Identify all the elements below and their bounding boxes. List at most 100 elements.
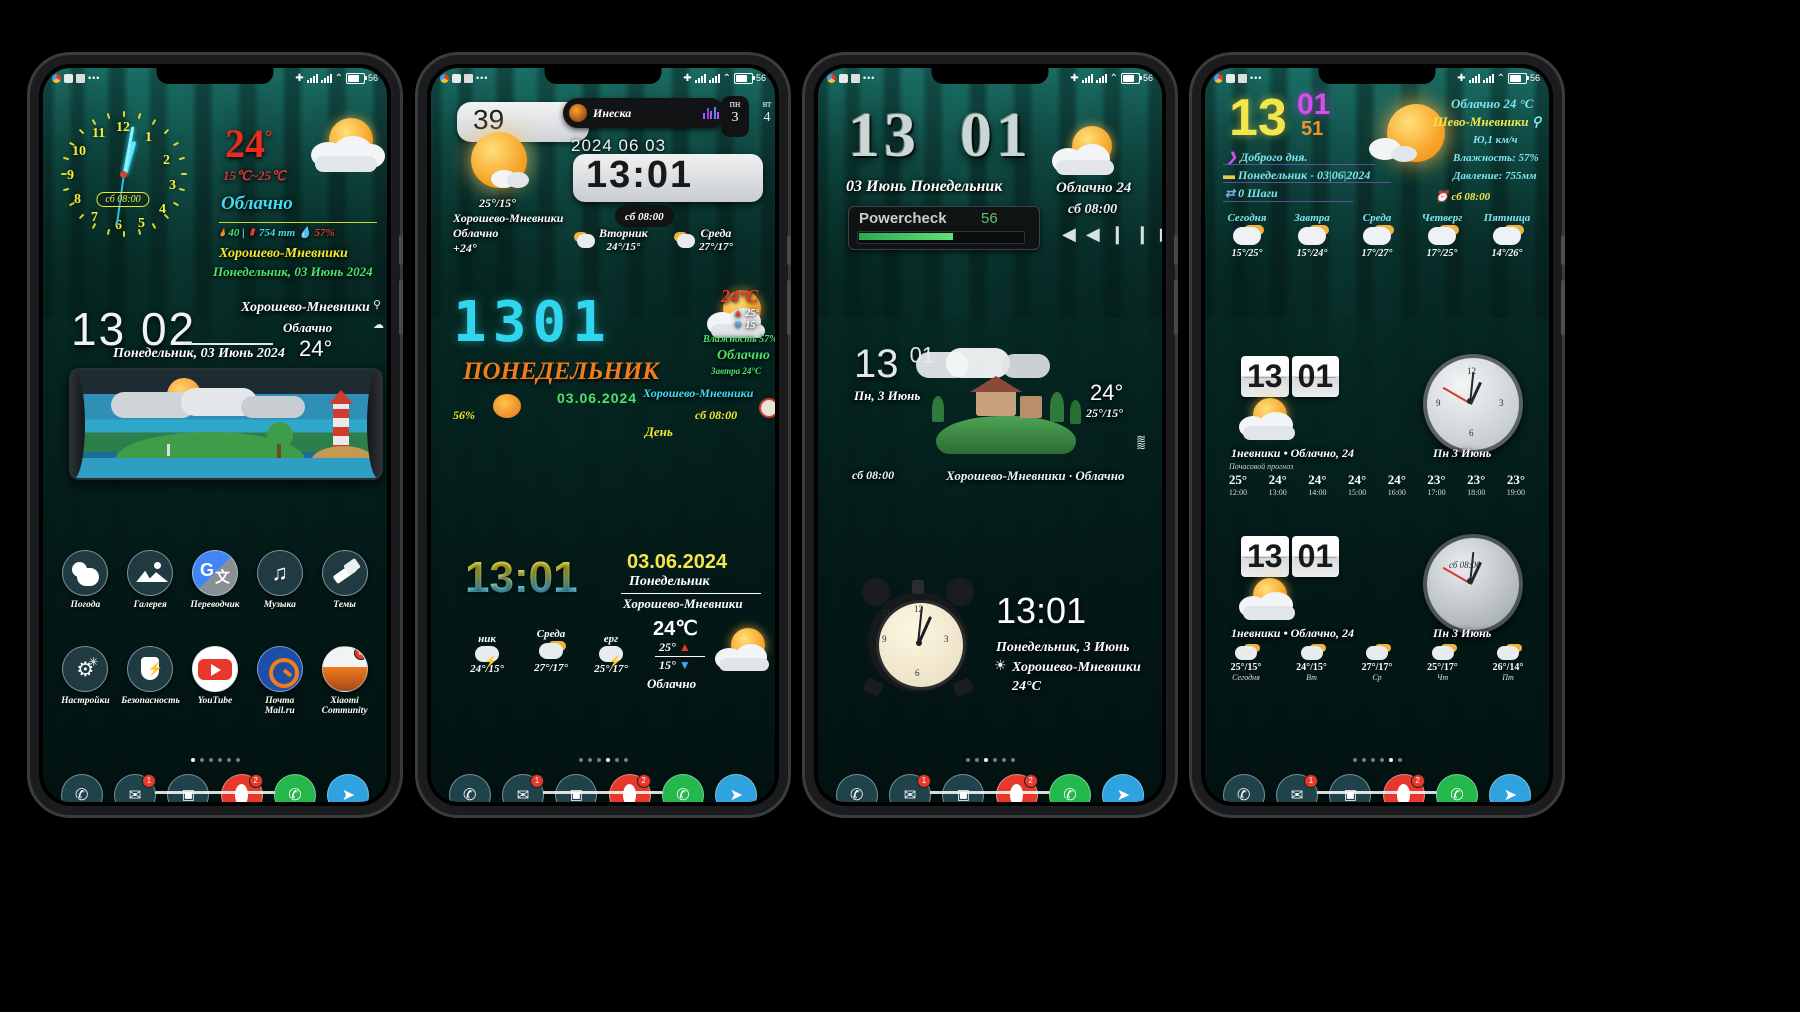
telegram-icon[interactable]: ➤ (327, 774, 370, 802)
page-indicator[interactable] (431, 758, 775, 762)
top-clock[interactable]: 13 01 (848, 98, 1032, 172)
flip-clock-widget-b[interactable]: 13 01 (1241, 536, 1340, 577)
prev-icon[interactable]: ◀◀ (1062, 224, 1110, 244)
camera-icon[interactable]: ▣ (1329, 774, 1372, 802)
google-translate-icon[interactable]: G 文 (191, 550, 238, 596)
pause-icon[interactable]: ❙❙ (1110, 224, 1160, 244)
neon-clock-minutes: 01 (1297, 88, 1331, 121)
telegram-icon[interactable]: ➤ (1489, 774, 1532, 802)
calendar-chip-next[interactable]: вт 4 (753, 96, 775, 137)
calendar-chip-today[interactable]: пн 3 (721, 96, 749, 137)
flip-clock-widget-a[interactable]: 13 01 (1241, 356, 1340, 397)
lcd-battery: 56% (453, 408, 475, 422)
phone-icon[interactable]: ✆ (1222, 774, 1265, 802)
whatsapp-icon[interactable]: ✆ (661, 774, 704, 802)
analog-clock-a[interactable]: 12 3 6 9 (1423, 354, 1523, 454)
analog-clock-widget[interactable]: 12 1 2 3 4 5 6 7 8 9 10 11 сб 08:00 (59, 110, 187, 238)
opera-icon[interactable]: 2 (608, 774, 651, 802)
opera-icon[interactable]: 2 (1382, 774, 1425, 802)
hourly-temp: 24° (1387, 472, 1406, 487)
weather-temp: +24° (453, 241, 477, 255)
camera-icon[interactable]: ▣ (167, 774, 210, 802)
sms-icon[interactable]: ✉ 1 (888, 774, 931, 802)
page-indicator[interactable] (43, 758, 387, 762)
app-pogoda[interactable]: Погода (56, 550, 114, 610)
app-label: Погода (70, 600, 101, 610)
whatsapp-icon[interactable]: ✆ (273, 774, 316, 802)
settings-gear-icon[interactable]: ⚙ ✳ (62, 646, 109, 692)
nav-bar[interactable] (154, 791, 276, 794)
sms-icon[interactable]: ✉ 1 (501, 774, 544, 802)
neon-clock-hours[interactable]: 13 (1229, 88, 1287, 148)
forecast-temp: 17°/27° (1361, 248, 1393, 259)
camera-icon[interactable]: ▣ (555, 774, 598, 802)
analog-clock-b[interactable]: сб 08:00 (1423, 534, 1523, 634)
dock: ✆ ✉ 1 ▣ 2 ✆ ➤ (431, 774, 775, 802)
bottom-forecast-3: ерг ⚡ 25°/17° (583, 633, 639, 675)
nav-bar[interactable] (929, 791, 1051, 794)
powercheck-widget[interactable]: Powercheck 56 (848, 206, 1040, 250)
sms-icon[interactable]: ✉ 1 (1275, 774, 1318, 802)
app-perevodchik[interactable]: G 文 Переводчик (186, 550, 244, 610)
sms-icon[interactable]: ✉ 1 (113, 774, 156, 802)
weather-location: Хорошево-Мневники (219, 246, 348, 261)
phone-icon[interactable]: ✆ (60, 774, 103, 802)
flip-minutes: 01 (1291, 536, 1340, 577)
page-indicator[interactable] (1205, 758, 1549, 762)
nav-bar[interactable] (542, 791, 664, 794)
forecast-item[interactable]: Сегодня 15°/25° (1215, 212, 1279, 259)
alarm-chip[interactable]: сб 08:00 (615, 205, 674, 227)
sun-cloud-icon (577, 234, 595, 248)
xiaomi-community-icon[interactable]: 8 (321, 646, 368, 692)
daily-temp: 24°/15° (1296, 662, 1327, 673)
app-muzyka[interactable]: ♫ Музыка (251, 550, 309, 610)
music-chip[interactable]: Инеска (563, 98, 725, 128)
alarm-clock-icon[interactable]: 11 12 3 6 9 (860, 576, 978, 698)
app-temy[interactable]: Темы (316, 550, 374, 610)
chip-dow: вт (762, 99, 772, 110)
camera-icon[interactable]: ▣ (942, 774, 985, 802)
battery-saver-icon (1226, 73, 1235, 83)
phone-icon[interactable]: ✆ (835, 774, 878, 802)
whatsapp-icon[interactable]: ✆ (1048, 774, 1091, 802)
app-bezopasnost[interactable]: ⚡ Безопасность (121, 646, 180, 716)
cottage-scene-widget[interactable] (910, 348, 1090, 460)
weather-condition: Облачно (453, 226, 499, 240)
gallery-mountain-icon[interactable] (127, 550, 174, 596)
phone-icon[interactable]: ✆ (448, 774, 491, 802)
neon-divider-2 (1223, 182, 1391, 183)
nav-bar[interactable] (1316, 791, 1438, 794)
page-indicator[interactable] (818, 758, 1162, 762)
opera-icon[interactable]: 2 (995, 774, 1038, 802)
telegram-icon[interactable]: ➤ (715, 774, 758, 802)
forecast-item[interactable]: Четверг 17°/25° (1410, 212, 1474, 259)
forecast-item[interactable]: Завтра 15°/24° (1280, 212, 1344, 259)
status-bar: ••• ✚ ⌃ 56 (1205, 68, 1549, 88)
app-label: Галерея (133, 600, 167, 610)
next-icon[interactable]: ▶▶ (1160, 224, 1162, 244)
opera-icon[interactable]: 2 (220, 774, 263, 802)
music-note-icon[interactable]: ♫ (256, 550, 303, 596)
bottom-clock-time[interactable]: 13:01 (465, 553, 578, 603)
app-xiaomi-community[interactable]: 8 Xiaomi Community (316, 646, 374, 716)
lighthouse-scene-widget[interactable] (69, 368, 383, 480)
signal-sim1-icon (1468, 73, 1480, 83)
app-mailru[interactable]: Почта Mail.ru (251, 646, 309, 716)
weather-metrics: 🌢 40 | ▮ 754 mm 💧 57% (219, 227, 335, 239)
mail-ru-icon[interactable] (256, 646, 303, 692)
forecast-item[interactable]: Пятница 14°/26° (1475, 212, 1539, 259)
cloud-sun-icon[interactable] (62, 550, 109, 596)
media-controls[interactable]: ◀◀❙❙▶▶ (1062, 224, 1162, 245)
forecast-item[interactable]: Среда 17°/27° (1345, 212, 1409, 259)
youtube-icon[interactable] (191, 646, 238, 692)
app-youtube[interactable]: YouTube (186, 646, 244, 716)
telegram-icon[interactable]: ➤ (1102, 774, 1145, 802)
steps-line: ⇄ 0 Шаги (1225, 186, 1278, 200)
mid-clock-condition: Облачно (283, 320, 333, 335)
app-galereya[interactable]: Галерея (121, 550, 179, 610)
whatsapp-icon[interactable]: ✆ (1435, 774, 1478, 802)
shield-bolt-icon[interactable]: ⚡ (127, 646, 174, 692)
themes-brush-icon[interactable] (321, 550, 368, 596)
lcd-clock[interactable]: 1301 (453, 290, 612, 355)
app-nastroiki[interactable]: ⚙ ✳ Настройки (56, 646, 114, 716)
